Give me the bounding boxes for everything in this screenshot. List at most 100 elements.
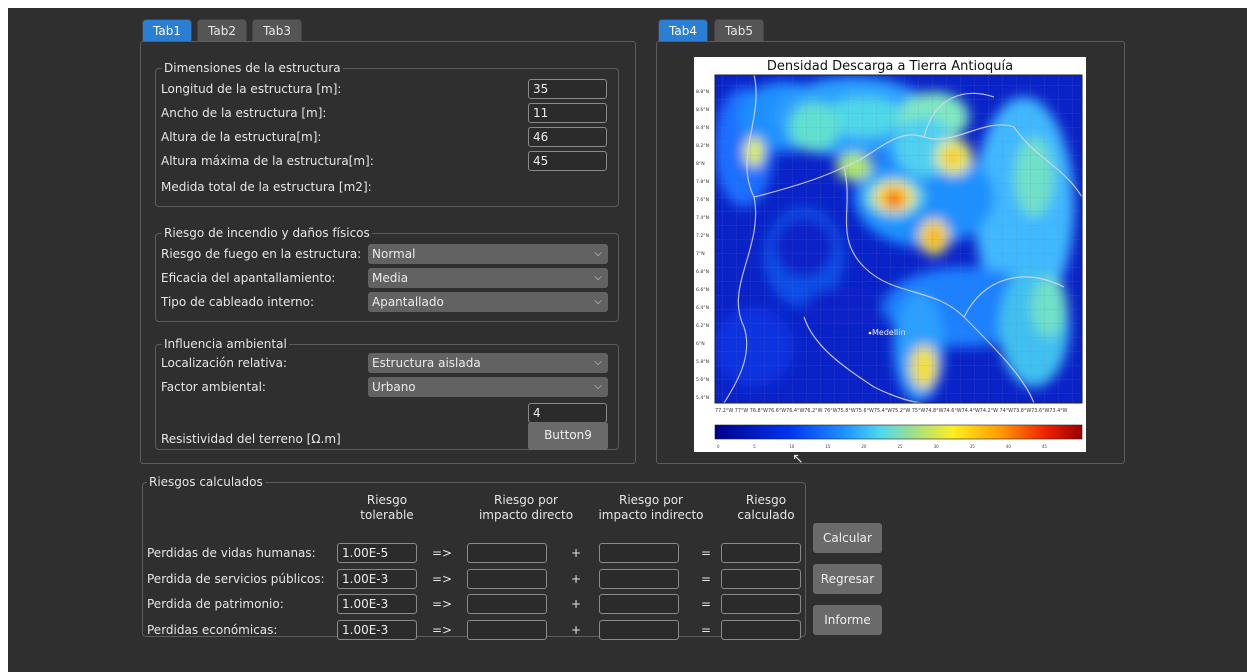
altura-maxima-label: Altura máxima de la estructura[m]: <box>161 154 374 168</box>
latitude-label: 5.8°N <box>696 359 709 365</box>
altura-maxima-input[interactable]: 45 <box>528 151 607 171</box>
arrow-operator: => <box>432 546 453 560</box>
row-label-patrimonio: Perdida de patrimonio: <box>147 597 284 611</box>
longitude-labels: 77.2°W 77°W 76.8°W76.6°W76.4°W76.2°W 76°… <box>715 408 1068 414</box>
riesgo-fuego-select[interactable]: Normal ⌵ <box>368 244 608 264</box>
latitude-label: 7.2°N <box>696 233 709 239</box>
colorbar-ticks: 0 5 10 15 20 25 30 35 40 45 <box>717 444 1047 449</box>
riesgos-calculados-group: Riesgos calculados Riesgo tolerable Ries… <box>142 474 806 640</box>
factor-ambiental-label: Factor ambiental: <box>161 380 266 394</box>
tolerable-patrimonio-input[interactable]: 1.00E-3 <box>337 594 417 614</box>
medida-total-label: Medida total de la estructura [m2]: <box>161 180 372 194</box>
chevron-down-icon: ⌵ <box>594 357 602 368</box>
colorbar-tick-label: 20 <box>861 444 867 449</box>
informe-button[interactable]: Informe <box>813 605 882 635</box>
indirecto-economicas-input[interactable] <box>599 620 679 640</box>
latitude-label: 6°N <box>696 341 705 347</box>
latitude-label: 8.2°N <box>696 143 709 149</box>
header-impacto-indirecto-text: Riesgo por impacto indirecto <box>598 493 704 522</box>
plus-operator: + <box>571 623 582 637</box>
influencia-title: Influencia ambiental <box>162 336 289 352</box>
tolerable-economicas-input[interactable]: 1.00E-3 <box>337 620 417 640</box>
factor-ambiental-select[interactable]: Urbano ⌵ <box>368 377 608 397</box>
header-impacto-directo-text: Riesgo por impacto directo <box>478 493 574 522</box>
row-label-servicios: Perdida de servicios públicos: <box>147 572 325 586</box>
latitude-label: 5.6°N <box>696 377 709 383</box>
latitude-label: 7.6°N <box>696 197 709 203</box>
colorbar-tick-label: 25 <box>898 444 904 449</box>
colorbar-tick-label: 5 <box>753 444 756 449</box>
influencia-group: Influencia ambiental Localización relati… <box>155 336 619 450</box>
longitud-label: Longitud de la estructura [m]: <box>161 82 342 96</box>
tolerable-servicios-input[interactable]: 1.00E-3 <box>337 569 417 589</box>
cableado-value: Apantallado <box>372 295 444 309</box>
chevron-down-icon: ⌵ <box>594 381 602 392</box>
factor-ambiental-value: Urbano <box>372 380 416 394</box>
directo-servicios-input[interactable] <box>467 569 547 589</box>
tab-4[interactable]: Tab4 <box>658 19 708 41</box>
tab-3[interactable]: Tab3 <box>252 19 302 41</box>
row-label-economicas: Perdidas económicas: <box>147 623 278 637</box>
header-riesgo-tolerable: Riesgo tolerable <box>342 493 432 523</box>
eficacia-value: Media <box>372 271 409 285</box>
cableado-select[interactable]: Apantallado ⌵ <box>368 292 608 312</box>
city-label-medellin: Medellín <box>872 328 906 337</box>
tab-5[interactable]: Tab5 <box>714 19 764 41</box>
regresar-button[interactable]: Regresar <box>813 564 882 594</box>
altura-input[interactable]: 46 <box>528 127 607 147</box>
plus-operator: + <box>571 546 582 560</box>
resistividad-input[interactable]: 4 <box>528 403 607 423</box>
latitude-label: 8.4°N <box>696 125 709 131</box>
plus-operator: + <box>571 572 582 586</box>
riesgo-fuego-value: Normal <box>372 247 416 261</box>
colorbar-tick-label: 35 <box>970 444 976 449</box>
colorbar-tick-label: 15 <box>825 444 831 449</box>
chevron-down-icon: ⌵ <box>594 272 602 283</box>
city-marker <box>868 331 872 335</box>
directo-economicas-input[interactable] <box>467 620 547 640</box>
calcular-button[interactable]: Calcular <box>813 523 882 553</box>
ancho-input[interactable]: 11 <box>528 103 607 123</box>
chevron-down-icon: ⌵ <box>594 296 602 307</box>
tab-1[interactable]: Tab1 <box>142 19 192 41</box>
row-label-vidas: Perdidas de vidas humanas: <box>147 546 316 560</box>
colorbar-tick-label: 40 <box>1006 444 1012 449</box>
riesgos-title: Riesgos calculados <box>147 474 265 490</box>
indirecto-servicios-input[interactable] <box>599 569 679 589</box>
calculado-patrimonio-input[interactable] <box>721 594 801 614</box>
riesgo-incendio-title: Riesgo de incendio y daños físicos <box>162 225 372 241</box>
equals-operator: = <box>701 546 712 560</box>
chevron-down-icon: ⌵ <box>594 248 602 259</box>
equals-operator: = <box>701 572 712 586</box>
map-figure: Densidad Descarga a Tierra Antioquía Med… <box>694 57 1086 452</box>
arrow-operator: => <box>432 572 453 586</box>
localizacion-select[interactable]: Estructura aislada ⌵ <box>368 353 608 373</box>
calculado-vidas-input[interactable] <box>721 543 801 563</box>
calculado-economicas-input[interactable] <box>721 620 801 640</box>
latitude-label: 7.8°N <box>696 179 709 185</box>
latitude-label: 6.8°N <box>696 269 709 275</box>
longitud-input[interactable]: 35 <box>528 79 607 99</box>
indirecto-vidas-input[interactable] <box>599 543 679 563</box>
tab-2[interactable]: Tab2 <box>197 19 247 41</box>
directo-vidas-input[interactable] <box>467 543 547 563</box>
equals-operator: = <box>701 597 712 611</box>
colorbar <box>714 424 1083 440</box>
lightning-density-map: Medellín 8.8°N 8.6°N 8.4°N 8.2°N 8°N 7.8°N 7.6… <box>696 74 1083 449</box>
calculado-servicios-input[interactable] <box>721 569 801 589</box>
directo-patrimonio-input[interactable] <box>467 594 547 614</box>
colorbar-tick-label: 45 <box>1042 444 1048 449</box>
header-riesgo-calculado: Riesgo calculado <box>716 493 816 523</box>
dimensiones-group: Dimensiones de la estructura Longitud de… <box>155 60 619 207</box>
latitude-label: 8°N <box>696 161 705 167</box>
eficacia-select[interactable]: Media ⌵ <box>368 268 608 288</box>
tolerable-vidas-input[interactable]: 1.00E-5 <box>337 543 417 563</box>
header-riesgo-tolerable-text: Riesgo tolerable <box>360 493 414 522</box>
latitude-label: 5.4°N <box>696 395 709 401</box>
latitude-label: 8.6°N <box>696 107 709 113</box>
indirecto-patrimonio-input[interactable] <box>599 594 679 614</box>
equals-operator: = <box>701 623 712 637</box>
app-window: Tab1 Tab2 Tab3 Dimensiones de la estruct… <box>8 8 1247 672</box>
colorbar-tick-label: 30 <box>934 444 940 449</box>
button9[interactable]: Button9 <box>528 422 608 450</box>
